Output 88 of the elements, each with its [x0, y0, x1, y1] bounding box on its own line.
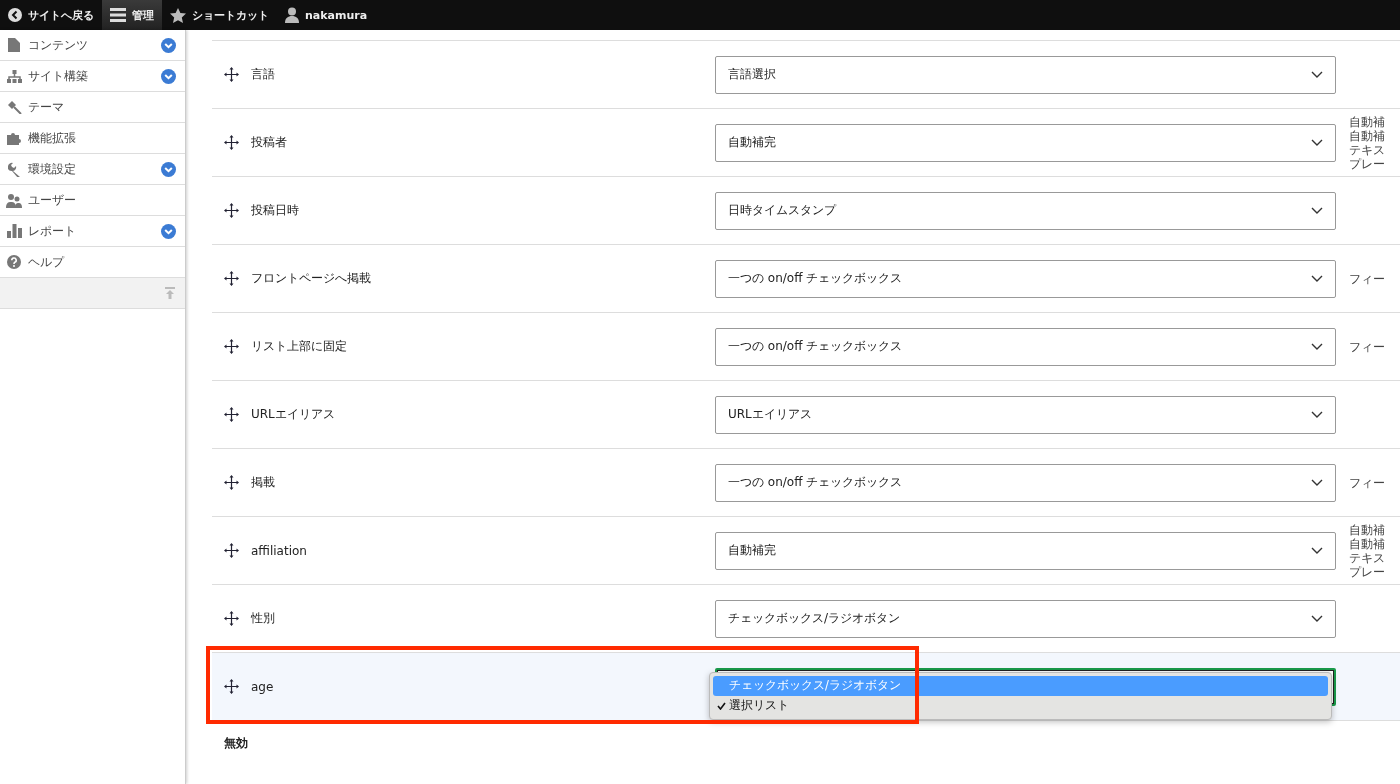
description-text: フィー	[1349, 271, 1386, 286]
description-text: プレー	[1349, 156, 1386, 171]
widget-select[interactable]: 言語選択	[715, 55, 1336, 94]
sidebar-item-label: ヘルプ	[28, 253, 66, 271]
sidebar-item[interactable]: ヘルプ	[0, 247, 185, 278]
field-label: 投稿者	[251, 134, 287, 151]
description-text: 自動補	[1349, 114, 1386, 129]
chevron-down-icon	[1311, 138, 1323, 147]
sidebar-item-label: サイト構築	[28, 67, 89, 85]
description-text: 自動補	[1349, 522, 1386, 537]
sidebar-item[interactable]: コンテンツ	[0, 30, 185, 61]
hammer-icon	[6, 100, 22, 114]
field-label: 投稿日時	[251, 202, 299, 219]
description-text: 自動補	[1349, 128, 1386, 143]
widget-select[interactable]: 日時タイムスタンプ	[715, 191, 1336, 230]
chevron-down-icon	[1311, 274, 1323, 283]
wrench-icon	[6, 161, 22, 177]
field-label: 言語	[251, 66, 275, 83]
description-text: フィー	[1349, 339, 1386, 354]
chevron-down-icon	[1311, 614, 1323, 623]
sidebar-item-label: 環境設定	[28, 160, 77, 178]
toolbar-tab[interactable]: サイトへ戻る	[0, 0, 102, 30]
description-text: 自動補	[1349, 536, 1386, 551]
move-icon[interactable]	[224, 407, 239, 422]
move-icon[interactable]	[224, 475, 239, 490]
field-label: age	[251, 679, 274, 694]
field-label: リスト上部に固定	[251, 338, 347, 355]
move-icon[interactable]	[224, 271, 239, 286]
star-icon	[170, 7, 186, 23]
menu-icon	[110, 8, 126, 22]
widget-select[interactable]: 一つの on/off チェックボックス	[715, 327, 1336, 366]
widget-select[interactable]: チェックボックス/ラジオボタン	[715, 599, 1336, 638]
chevron-down-icon	[1311, 478, 1323, 487]
description-text: プレー	[1349, 564, 1386, 579]
bar-chart-icon	[6, 224, 22, 238]
chevron-down-icon	[1311, 342, 1323, 351]
toolbar-tab[interactable]: nakamura	[277, 0, 376, 30]
field-label: フロントページへ掲載	[251, 270, 371, 287]
sidebar-item-label: 機能拡張	[28, 129, 77, 147]
chevron-down-icon	[1311, 70, 1323, 79]
move-icon[interactable]	[224, 339, 239, 354]
field-label: 掲載	[251, 474, 275, 491]
widget-select[interactable]: URLエイリアス	[715, 395, 1336, 434]
field-label: affiliation	[251, 543, 307, 558]
toolbar-tab[interactable]: ショートカット	[162, 0, 277, 30]
move-icon[interactable]	[224, 135, 239, 150]
widget-select[interactable]: 一つの on/off チェックボックス	[715, 259, 1336, 298]
expand-icon[interactable]	[161, 37, 176, 53]
description-text: テキス	[1349, 142, 1386, 157]
dropdown-option[interactable]: 選択リスト	[713, 695, 1328, 716]
sidebar-item-label: コンテンツ	[28, 36, 89, 54]
move-icon[interactable]	[224, 543, 239, 558]
field-label: 性別	[251, 610, 275, 627]
back-icon	[8, 8, 22, 22]
help-icon	[7, 255, 21, 269]
move-icon[interactable]	[224, 67, 239, 82]
sidebar-item[interactable]: サイト構築	[0, 61, 185, 92]
sidebar-item-label: テーマ	[28, 98, 65, 116]
sidebar-item[interactable]: レポート	[0, 216, 185, 247]
description-text: テキス	[1349, 550, 1386, 565]
check-icon	[717, 701, 726, 710]
file-icon	[8, 38, 20, 52]
sidebar-item[interactable]: ユーザー	[0, 185, 185, 216]
sidebar-item[interactable]: 機能拡張	[0, 123, 185, 154]
expand-icon[interactable]	[161, 161, 176, 177]
move-icon[interactable]	[224, 611, 239, 626]
section-heading: 無効	[223, 735, 248, 752]
expand-icon[interactable]	[161, 223, 176, 239]
toolbar-tab[interactable]: 管理	[102, 0, 162, 30]
puzzle-icon	[6, 131, 22, 145]
move-icon[interactable]	[224, 679, 239, 694]
chevron-down-icon	[1311, 206, 1323, 215]
description-text: フィー	[1349, 475, 1386, 490]
user-icon	[285, 7, 299, 23]
sidebar-item[interactable]: 環境設定	[0, 154, 185, 185]
widget-select[interactable]: 自動補完	[715, 123, 1336, 162]
users-icon	[6, 192, 22, 208]
chevron-down-icon	[1311, 546, 1323, 555]
sidebar-item[interactable]: テーマ	[0, 92, 185, 123]
sitemap-icon	[6, 69, 22, 83]
chevron-down-icon	[1311, 410, 1323, 419]
sidebar-item-label: レポート	[28, 222, 77, 240]
move-icon[interactable]	[224, 203, 239, 218]
expand-icon[interactable]	[161, 68, 176, 84]
widget-select[interactable]: 一つの on/off チェックボックス	[715, 463, 1336, 502]
widget-select[interactable]: 自動補完	[715, 531, 1336, 570]
field-label: URLエイリアス	[251, 406, 335, 423]
sidebar-item-label: ユーザー	[28, 191, 77, 209]
